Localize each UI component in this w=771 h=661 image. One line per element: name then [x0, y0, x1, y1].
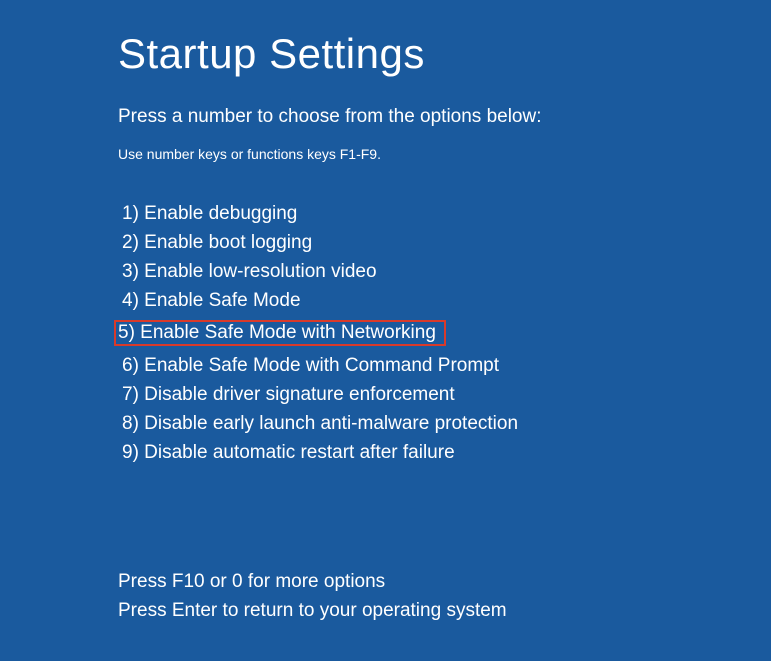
option-2[interactable]: 2) Enable boot logging — [118, 233, 316, 252]
option-6[interactable]: 6) Enable Safe Mode with Command Prompt — [118, 356, 503, 375]
hint-text: Use number keys or functions keys F1-F9. — [118, 146, 771, 162]
footer-more-options: Press F10 or 0 for more options — [118, 568, 771, 597]
footer-return: Press Enter to return to your operating … — [118, 597, 771, 626]
option-5[interactable]: 5) Enable Safe Mode with Networking — [114, 320, 446, 346]
option-9[interactable]: 9) Disable automatic restart after failu… — [118, 443, 459, 462]
option-4[interactable]: 4) Enable Safe Mode — [118, 291, 305, 310]
subtitle: Press a number to choose from the option… — [118, 106, 771, 128]
option-3[interactable]: 3) Enable low-resolution video — [118, 262, 381, 281]
option-8[interactable]: 8) Disable early launch anti-malware pro… — [118, 414, 522, 433]
startup-settings-screen: Startup Settings Press a number to choos… — [0, 0, 771, 625]
option-1[interactable]: 1) Enable debugging — [118, 204, 301, 223]
option-7[interactable]: 7) Disable driver signature enforcement — [118, 385, 459, 404]
footer: Press F10 or 0 for more options Press En… — [118, 568, 771, 625]
options-list: 1) Enable debugging 2) Enable boot loggi… — [118, 204, 771, 472]
page-title: Startup Settings — [118, 30, 771, 78]
